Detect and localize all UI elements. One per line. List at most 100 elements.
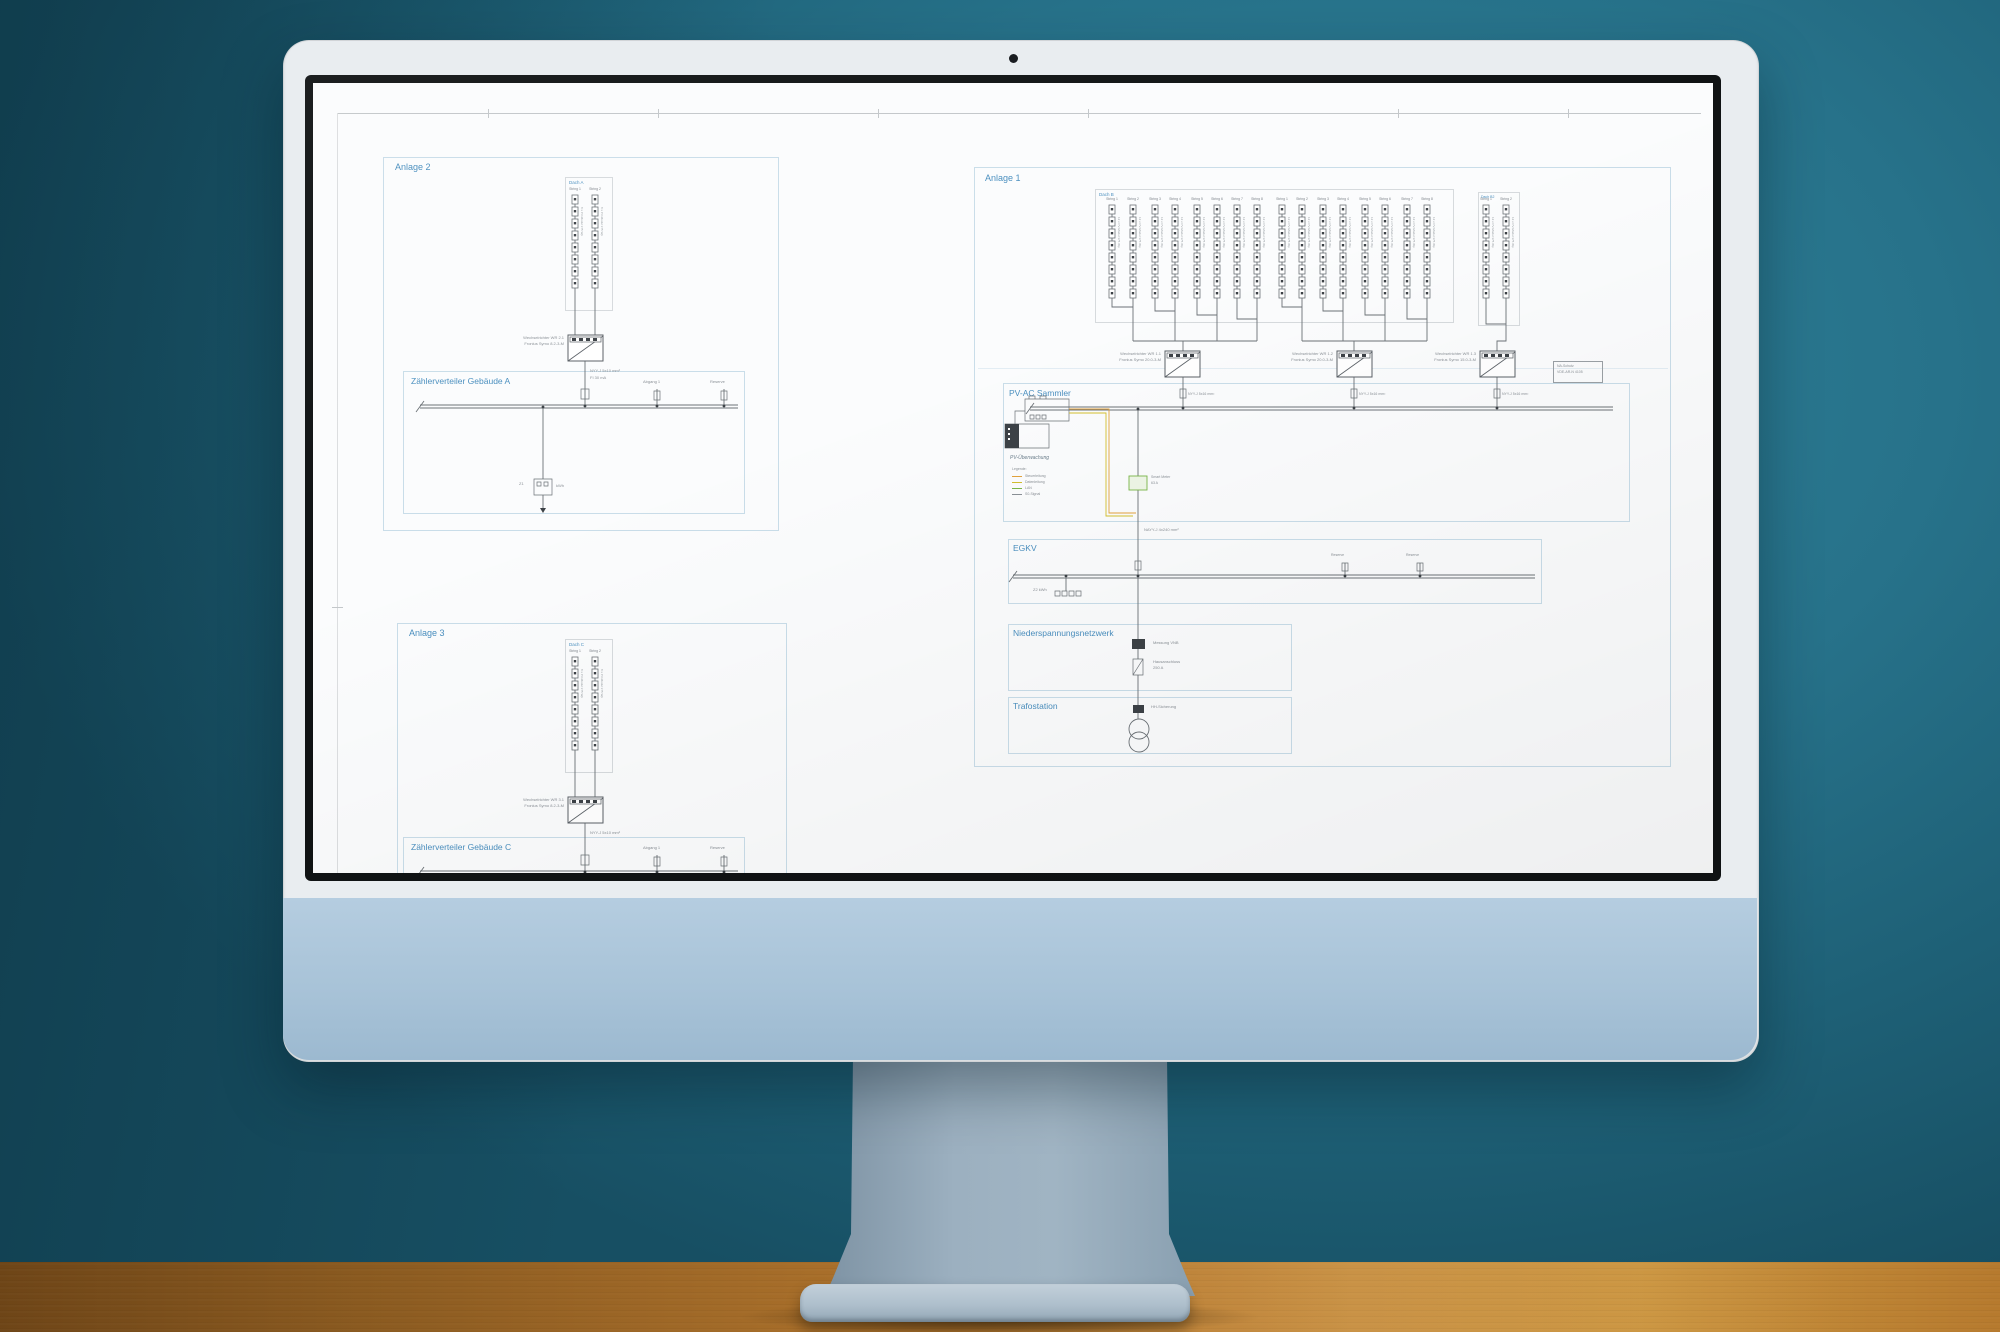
inverter-line2: Fronius Symo 15.0-3-M	[1370, 357, 1476, 363]
inverter-line2: Fronius Symo 20.0-3-M	[1055, 357, 1161, 363]
transformer-coil-2	[1129, 732, 1149, 752]
scene: Anlage 2 Dach A Zählerverteiler Gebäude …	[0, 0, 2000, 1332]
junction-dots	[542, 405, 1499, 873]
main-cable-label: NAYY-J 4x240 mm²	[1144, 528, 1179, 533]
pv-string: String 5 12 x PV-Modul 375 Wp	[1359, 197, 1374, 298]
inverter-line2: Fronius Symo 8.2-3-M	[461, 341, 564, 347]
router-leds	[1008, 428, 1010, 440]
svg-text:String 5: String 5	[1191, 197, 1203, 201]
vnb-meter	[1132, 639, 1145, 649]
pv-string: String 712 x PV-Modul 375 Wp	[1231, 197, 1246, 298]
schematic-wiring: String 18 x PV-Modul 375 WpString 28 x P…	[313, 83, 1713, 873]
egkv-symbols	[1055, 563, 1423, 596]
ac-cable-label: NYY-J 5x16 mm²	[1502, 392, 1528, 396]
anlage1-strings-small: String 112 x PV-Modul 375 WpString 212 x…	[1480, 197, 1515, 298]
legend-label: LAN	[1025, 486, 1032, 490]
pv-string: String 2 12 x PV-Modul 375 Wp	[1500, 197, 1515, 298]
svg-text:12 x PV-Modul 375 Wp: 12 x PV-Modul 375 Wp	[1138, 217, 1142, 248]
svg-text:12 x PV-Modul 375 Wp: 12 x PV-Modul 375 Wp	[1242, 217, 1246, 248]
ac-cable-label: NYY-J 5x16 mm²	[1359, 392, 1385, 396]
svg-text:8 x PV-Modul 375 Wp: 8 x PV-Modul 375 Wp	[600, 669, 604, 698]
pv-string: String 6 12 x PV-Modul 375 Wp	[1211, 197, 1226, 298]
pv-string: String 312 x PV-Modul 375 Wp	[1317, 197, 1332, 298]
hak-line2: 250 A	[1153, 666, 1163, 671]
smartmeter-line2: 63 A	[1151, 481, 1158, 485]
pv-string: String 412 x PV-Modul 375 Wp	[1337, 197, 1352, 298]
svg-text:12 x PV-Modul 375 Wp: 12 x PV-Modul 375 Wp	[1432, 217, 1436, 248]
transformer-coil-1	[1129, 719, 1149, 739]
logger-label: PV-Überwachung	[1010, 455, 1049, 461]
pv-string: String 412 x PV-Modul 375 Wp	[1169, 197, 1184, 298]
webcam-dot	[1009, 54, 1018, 63]
svg-text:String 5: String 5	[1359, 197, 1371, 201]
pv-string: String 18 x PV-Modul 375 Wp	[569, 187, 584, 288]
legend-swatch	[1012, 488, 1022, 489]
legend-label: S0-Signal	[1025, 492, 1040, 496]
drop-label: Reserve	[710, 380, 725, 385]
inverter-symbol	[1337, 351, 1372, 377]
inverter-line2: Fronius Symo 8.2-3-M	[461, 803, 564, 809]
svg-text:String 2: String 2	[1500, 197, 1512, 201]
svg-text:12 x PV-Modul 375 Wp: 12 x PV-Modul 375 Wp	[1370, 217, 1374, 248]
anlage3-strings: String 18 x PV-Modul 375 WpString 28 x P…	[569, 649, 604, 750]
inverter-label: Wechselrichter WR 3.1 Fronius Symo 8.2-3…	[461, 797, 564, 808]
svg-text:12 x PV-Modul 375 Wp: 12 x PV-Modul 375 Wp	[1412, 217, 1416, 248]
anlage1-group2-wires	[1282, 298, 1427, 351]
legend-swatch	[1012, 482, 1022, 483]
imac-stand-base	[800, 1284, 1190, 1322]
svg-text:12 x PV-Modul 375 Wp: 12 x PV-Modul 375 Wp	[1491, 217, 1495, 248]
svg-text:String 7: String 7	[1401, 197, 1413, 201]
svg-text:8 x PV-Modul 375 Wp: 8 x PV-Modul 375 Wp	[580, 669, 584, 698]
pv-string: String 6 12 x PV-Modul 375 Wp	[1379, 197, 1394, 298]
svg-text:12 x PV-Modul 375 Wp: 12 x PV-Modul 375 Wp	[1222, 217, 1226, 248]
egkv-meter-label: Z2 kWh	[1033, 588, 1047, 593]
inverter-symbol	[568, 797, 603, 823]
inverter-symbol	[1480, 351, 1515, 377]
cable-label: NYY-J 5x10 mm²	[590, 369, 620, 374]
drop-label: Abgang 1	[643, 380, 660, 385]
svg-text:12 x PV-Modul 375 Wp: 12 x PV-Modul 375 Wp	[1348, 217, 1352, 248]
fuse-label: HH-Sicherung	[1151, 705, 1176, 710]
anlage2-wires	[416, 288, 738, 511]
ac-cable-label: NYY-J 5x16 mm²	[1188, 392, 1214, 396]
svg-text:String 1: String 1	[1276, 197, 1288, 201]
svg-text:String 6: String 6	[1379, 197, 1391, 201]
svg-text:String 3: String 3	[1149, 197, 1161, 201]
egkv-stub-label: Reserve	[1406, 553, 1419, 557]
inverter-symbol	[568, 335, 603, 361]
inverter-label: Wechselrichter WR 1.3 Fronius Symo 15.0-…	[1370, 351, 1476, 362]
pv-string: String 112 x PV-Modul 375 Wp	[1106, 197, 1121, 298]
pv-string: String 28 x PV-Modul 375 Wp	[589, 187, 604, 288]
svg-text:12 x PV-Modul 375 Wp: 12 x PV-Modul 375 Wp	[1328, 217, 1332, 248]
svg-text:String 2: String 2	[1296, 197, 1308, 201]
drop-label: Reserve	[710, 846, 725, 851]
cable-label: NYY-J 5x10 mm²	[590, 831, 620, 836]
control-wire-orange	[1069, 409, 1136, 513]
svg-text:String 2: String 2	[589, 187, 601, 191]
anlage1-group3-wires	[1486, 298, 1506, 351]
svg-text:String 4: String 4	[1169, 197, 1181, 201]
svg-text:12 x PV-Modul 375 Wp: 12 x PV-Modul 375 Wp	[1390, 217, 1394, 248]
inverter-label: Wechselrichter WR 1.1 Fronius Symo 20.0-…	[1055, 351, 1161, 362]
pv-string: String 512 x PV-Modul 375 Wp	[1191, 197, 1206, 298]
imac-chin	[283, 898, 1757, 1060]
pv-string: String 112 x PV-Modul 375 Wp	[1276, 197, 1291, 298]
egkv-busbar	[1009, 563, 1535, 591]
legend-title: Legende:	[1012, 467, 1027, 471]
svg-text:String 6: String 6	[1211, 197, 1223, 201]
drawing-canvas[interactable]: Anlage 2 Dach A Zählerverteiler Gebäude …	[313, 83, 1713, 873]
svg-text:12 x PV-Modul 375 Wp: 12 x PV-Modul 375 Wp	[1511, 217, 1515, 248]
smart-meter-ct	[1129, 476, 1147, 490]
pv-string: String 812 x PV-Modul 375 Wp	[1251, 197, 1266, 298]
pv-string: String 7 12 x PV-Modul 375 Wp	[1401, 197, 1416, 298]
svg-text:String 1: String 1	[1106, 197, 1118, 201]
anlage1-group1-wires	[1112, 298, 1257, 351]
anlage1-strings: String 112 x PV-Modul 375 WpString 212 x…	[1106, 197, 1436, 298]
legend-label: Datenleitung	[1025, 480, 1045, 484]
svg-text:String 8: String 8	[1251, 197, 1263, 201]
inverter-line2: Fronius Symo 20.0-3-M	[1227, 357, 1333, 363]
legend-label: Steuerleitung	[1025, 474, 1046, 478]
anlage2-strings: String 18 x PV-Modul 375 Wp String 28 x P…	[569, 187, 604, 288]
pv-string: String 18 x PV-Modul 375 Wp	[569, 649, 584, 750]
drop-label: Abgang 1	[643, 846, 660, 851]
